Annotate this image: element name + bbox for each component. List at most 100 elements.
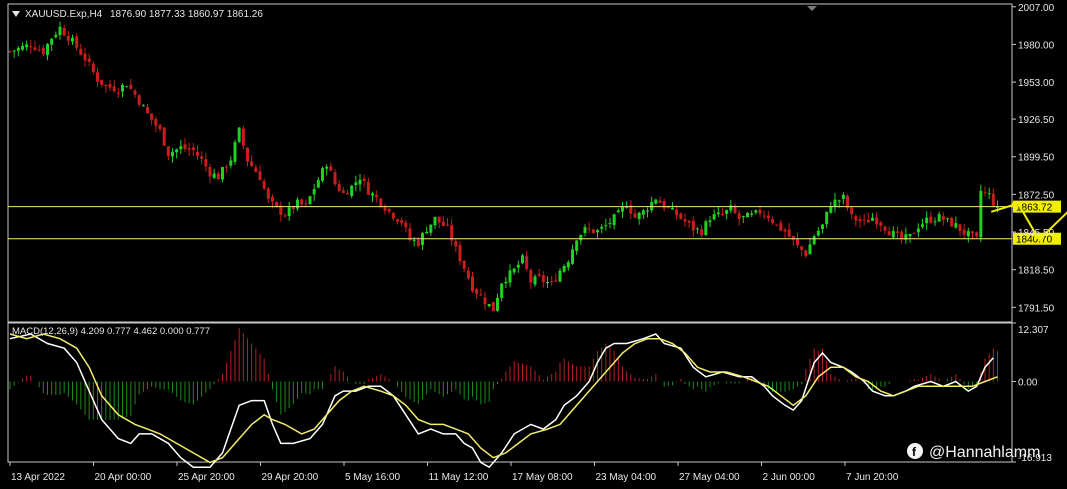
candle-bear — [266, 188, 270, 199]
chart-canvas[interactable]: 1863.721840.70 2007.00 1980.00 1953.00 1926… — [0, 0, 1067, 484]
candle-bear — [33, 47, 37, 50]
candle-bull — [354, 182, 358, 185]
candle-bull — [212, 173, 216, 178]
price-tick-label: 1845.50 — [1018, 228, 1055, 239]
candle-bear — [246, 147, 249, 162]
candle-bear — [83, 53, 87, 61]
candle-bull — [287, 207, 291, 216]
candle-bear — [396, 219, 399, 222]
candle-bull — [712, 214, 716, 220]
candle-bull — [637, 212, 641, 220]
candle-bull — [966, 231, 970, 237]
candle-bear — [66, 35, 70, 41]
scroll-marker-icon[interactable] — [807, 6, 817, 11]
candle-bear — [366, 181, 370, 195]
candle-bear — [691, 220, 695, 231]
candle-bull — [716, 212, 720, 215]
candle-bull — [837, 200, 841, 202]
candle-bull — [175, 149, 179, 153]
candle-bear — [346, 193, 349, 195]
candle-bull — [921, 224, 924, 227]
candle-bear — [700, 229, 704, 236]
candle-bull — [500, 283, 504, 298]
macd-readout: MACD(12,26,9) 4.209 0.777 4.462 0.000 0.… — [12, 326, 210, 337]
candle-bull — [12, 50, 16, 52]
candle-bear — [62, 28, 66, 36]
candle-bear — [737, 213, 741, 219]
candle-bear — [941, 216, 945, 221]
candle-bear — [787, 229, 791, 237]
candle-bear — [225, 166, 229, 168]
triangle-down-icon[interactable] — [12, 11, 20, 17]
candle-bull — [583, 227, 587, 233]
candle-bear — [250, 161, 254, 167]
candle-bear — [733, 206, 737, 213]
candle-bull — [321, 168, 324, 181]
candle-bear — [75, 36, 79, 48]
candle-bear — [146, 106, 149, 114]
price-tick-label: 2007.00 — [1018, 3, 1055, 14]
candle-bear — [275, 201, 279, 207]
candle-bear — [766, 215, 770, 219]
candle-bull — [996, 207, 999, 209]
price-levels-layer: 1863.721840.70 — [8, 200, 1061, 246]
candle-bear — [883, 226, 887, 231]
candle-bull — [508, 270, 512, 283]
candle-bear — [554, 280, 558, 282]
candle-bear — [158, 125, 162, 130]
candle-bull — [571, 249, 574, 264]
candle-bear — [137, 95, 141, 105]
candle-bear — [337, 184, 341, 191]
candle-bull — [316, 180, 320, 188]
candle-bear — [525, 256, 529, 269]
macd-line — [9, 333, 994, 469]
candle-bear — [133, 90, 137, 95]
time-tick-label: 20 Apr 00:00 — [95, 472, 152, 483]
candle-bear — [41, 47, 45, 55]
candle-bear — [721, 213, 724, 215]
candle-bull — [325, 166, 329, 169]
candle-bear — [79, 48, 83, 55]
candle-bear — [329, 166, 333, 171]
macd-tick-label: 0.00 — [1018, 378, 1038, 389]
candle-bull — [171, 151, 174, 157]
candle-bull — [596, 230, 599, 233]
candle-bear — [283, 215, 287, 217]
candle-bear — [341, 190, 345, 193]
candle-bear — [675, 209, 679, 216]
candle-bull — [512, 268, 516, 273]
candle-bear — [804, 250, 808, 256]
trading-chart[interactable]: 1863.72 1840.70 2007.00 1980.00 1953.00 1926… — [0, 0, 1067, 484]
candle-bull — [741, 215, 745, 218]
candle-bull — [54, 34, 58, 38]
candle-bear — [87, 58, 91, 62]
candle-bear — [379, 198, 383, 207]
candle-bear — [679, 213, 683, 219]
candle-bear — [441, 221, 445, 226]
candle-bull — [746, 212, 749, 218]
candle-bear — [591, 229, 595, 233]
candle-bull — [925, 217, 929, 224]
candle-bear — [404, 222, 408, 228]
candle-bull — [641, 210, 645, 215]
candle-bull — [50, 38, 54, 45]
candle-bear — [879, 222, 883, 226]
candle-bear — [100, 79, 104, 85]
candle-bull — [754, 210, 758, 213]
ohlc-readout: 1876.90 1877.33 1860.97 1861.26 — [110, 9, 263, 20]
candle-bear — [854, 216, 858, 221]
candle-bull — [58, 26, 62, 36]
candle-bull — [16, 47, 20, 51]
candle-bear — [104, 85, 108, 87]
candle-bull — [233, 142, 237, 162]
candle-bull — [654, 199, 658, 204]
watermark: f @Hannahlamm — [907, 443, 1040, 461]
candles-layer — [8, 21, 999, 312]
candle-bear — [587, 228, 591, 230]
candle-bear — [662, 201, 666, 209]
candle-bull — [546, 281, 549, 283]
candle-bull — [812, 236, 816, 245]
candle-bear — [875, 217, 879, 225]
candle-bear — [454, 241, 458, 247]
candle-bear — [483, 297, 487, 305]
